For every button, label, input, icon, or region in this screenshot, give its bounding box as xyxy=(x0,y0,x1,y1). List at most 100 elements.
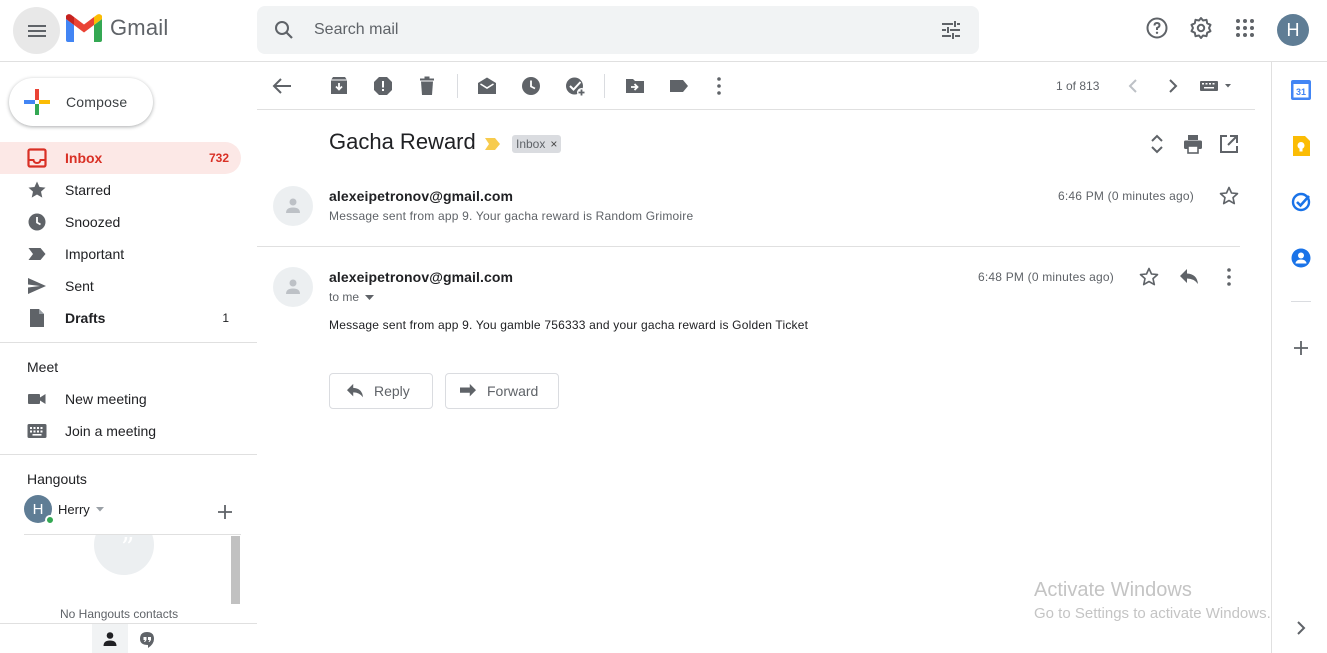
calendar-icon[interactable]: 31 xyxy=(1291,80,1311,100)
activation-watermark-subtitle: Go to Settings to activate Windows. xyxy=(1034,605,1271,622)
search-bar[interactable]: Search mail xyxy=(257,6,979,54)
contacts-tab[interactable] xyxy=(92,624,128,653)
activation-watermark-title: Activate Windows xyxy=(1034,579,1192,601)
hangouts-avatar: H xyxy=(24,495,55,525)
remove-label-icon[interactable]: × xyxy=(550,137,557,151)
sender-avatar xyxy=(273,186,313,226)
snooze-clock-icon[interactable] xyxy=(521,76,541,96)
default-person-icon xyxy=(286,198,300,213)
keep-icon[interactable] xyxy=(1291,136,1311,156)
reply-label: Reply xyxy=(374,383,410,399)
hangouts-user-name: Herry xyxy=(58,501,90,517)
drafts-count: 1 xyxy=(222,311,229,325)
forward-button[interactable]: Forward xyxy=(445,373,559,409)
message-divider xyxy=(257,246,1240,247)
sidebar-item-label: Inbox xyxy=(65,150,103,166)
star-icon xyxy=(28,181,46,198)
search-options-icon[interactable] xyxy=(939,18,963,42)
recipient-details[interactable]: to me xyxy=(329,290,375,304)
sender-email[interactable]: alexeipetronov@gmail.com xyxy=(329,188,513,204)
pagination-count: 1 of 813 xyxy=(1056,79,1100,93)
online-status-dot xyxy=(45,515,55,525)
toolbar-separator xyxy=(604,74,605,98)
newer-chevron-icon[interactable] xyxy=(1125,76,1141,96)
gmail-logo[interactable]: Gmail xyxy=(66,14,168,42)
sidebar-item-snoozed[interactable]: Snoozed xyxy=(0,206,241,238)
sidebar-item-important[interactable]: Important xyxy=(0,238,241,270)
add-to-tasks-icon[interactable] xyxy=(565,76,587,98)
print-icon[interactable] xyxy=(1183,134,1203,154)
main-menu-button[interactable] xyxy=(13,7,60,54)
sender-avatar xyxy=(273,267,313,307)
reply-icon[interactable] xyxy=(1179,268,1199,286)
hangouts-bubble-glyph: ” xyxy=(121,534,135,563)
mark-unread-icon[interactable] xyxy=(477,76,497,96)
sidebar-divider xyxy=(0,454,257,455)
message-time: 6:48 PM (0 minutes ago) xyxy=(978,270,1114,284)
expand-all-icon[interactable] xyxy=(1147,134,1167,154)
archive-icon[interactable] xyxy=(329,76,349,96)
reply-icon xyxy=(347,383,363,398)
message-snippet[interactable]: Message sent from app 9. Your gacha rewa… xyxy=(329,209,693,223)
hangouts-avatar-initial: H xyxy=(32,500,44,518)
default-person-icon xyxy=(286,279,300,294)
add-contact-icon[interactable] xyxy=(216,503,234,521)
sidebar-item-label: Sent xyxy=(65,278,94,294)
star-outline-icon[interactable] xyxy=(1139,267,1159,287)
sidebar-item-starred[interactable]: Starred xyxy=(0,174,241,206)
sidebar-item-drafts[interactable]: Drafts 1 xyxy=(0,302,241,334)
sidebar-item-new-meeting[interactable]: New meeting xyxy=(0,383,241,415)
clock-icon xyxy=(28,213,46,231)
important-marker-icon[interactable] xyxy=(485,137,501,151)
search-input[interactable]: Search mail xyxy=(314,21,398,39)
hangouts-scrollbar[interactable] xyxy=(231,536,240,604)
forward-label: Forward xyxy=(487,383,539,399)
label-important-icon xyxy=(28,248,46,260)
sidebar-item-join-meeting[interactable]: Join a meeting xyxy=(0,415,241,447)
compose-label: Compose xyxy=(66,94,128,110)
hangouts-user[interactable]: H Herry xyxy=(24,495,104,525)
input-tools-keyboard-icon[interactable] xyxy=(1200,76,1236,96)
settings-gear-icon[interactable] xyxy=(1189,16,1213,40)
meet-title: Meet xyxy=(27,359,59,375)
unread-count: 732 xyxy=(208,151,229,165)
hangouts-chat-icon[interactable] xyxy=(138,631,156,649)
sidebar-item-label: Drafts xyxy=(65,310,106,326)
reply-button[interactable]: Reply xyxy=(329,373,433,409)
more-vert-icon[interactable] xyxy=(709,76,729,96)
move-to-icon[interactable] xyxy=(625,76,645,96)
expand-panel-chevron-icon[interactable] xyxy=(1291,618,1311,638)
tasks-icon[interactable] xyxy=(1291,192,1311,212)
delete-trash-icon[interactable] xyxy=(417,76,437,96)
back-arrow-icon[interactable] xyxy=(271,76,295,96)
older-chevron-icon[interactable] xyxy=(1165,76,1181,96)
calendar-day: 31 xyxy=(1296,87,1306,97)
star-outline-icon[interactable] xyxy=(1219,186,1239,206)
sidebar-item-sent[interactable]: Sent xyxy=(0,270,241,302)
sender-email[interactable]: alexeipetronov@gmail.com xyxy=(329,269,513,285)
message-time: 6:46 PM (0 minutes ago) xyxy=(1058,189,1194,203)
more-vert-icon[interactable] xyxy=(1219,267,1239,287)
label-tag-icon[interactable] xyxy=(669,76,689,96)
sidebar-divider xyxy=(0,342,257,343)
report-spam-icon[interactable] xyxy=(373,76,393,96)
sidebar-item-label: Starred xyxy=(65,182,111,198)
hangouts-tabs xyxy=(0,623,257,653)
apps-grid-icon[interactable] xyxy=(1233,16,1257,40)
contacts-icon[interactable] xyxy=(1291,248,1311,268)
send-icon xyxy=(28,278,46,294)
hangouts-empty-text: No Hangouts contacts xyxy=(60,607,179,621)
inbox-icon xyxy=(27,148,47,168)
hamburger-icon xyxy=(27,24,46,37)
person-icon xyxy=(103,632,117,646)
compose-button[interactable]: Compose xyxy=(9,78,153,126)
get-addons-plus-icon[interactable] xyxy=(1291,338,1311,358)
sidebar-item-label: Important xyxy=(65,246,125,262)
side-panel: 31 xyxy=(1271,62,1327,653)
email-subject: Gacha Reward xyxy=(329,129,476,154)
help-icon[interactable] xyxy=(1145,16,1169,40)
account-avatar[interactable]: H xyxy=(1277,14,1309,46)
search-icon[interactable] xyxy=(272,18,296,42)
open-new-window-icon[interactable] xyxy=(1219,134,1239,154)
sidebar-item-inbox[interactable]: Inbox 732 xyxy=(0,142,241,174)
